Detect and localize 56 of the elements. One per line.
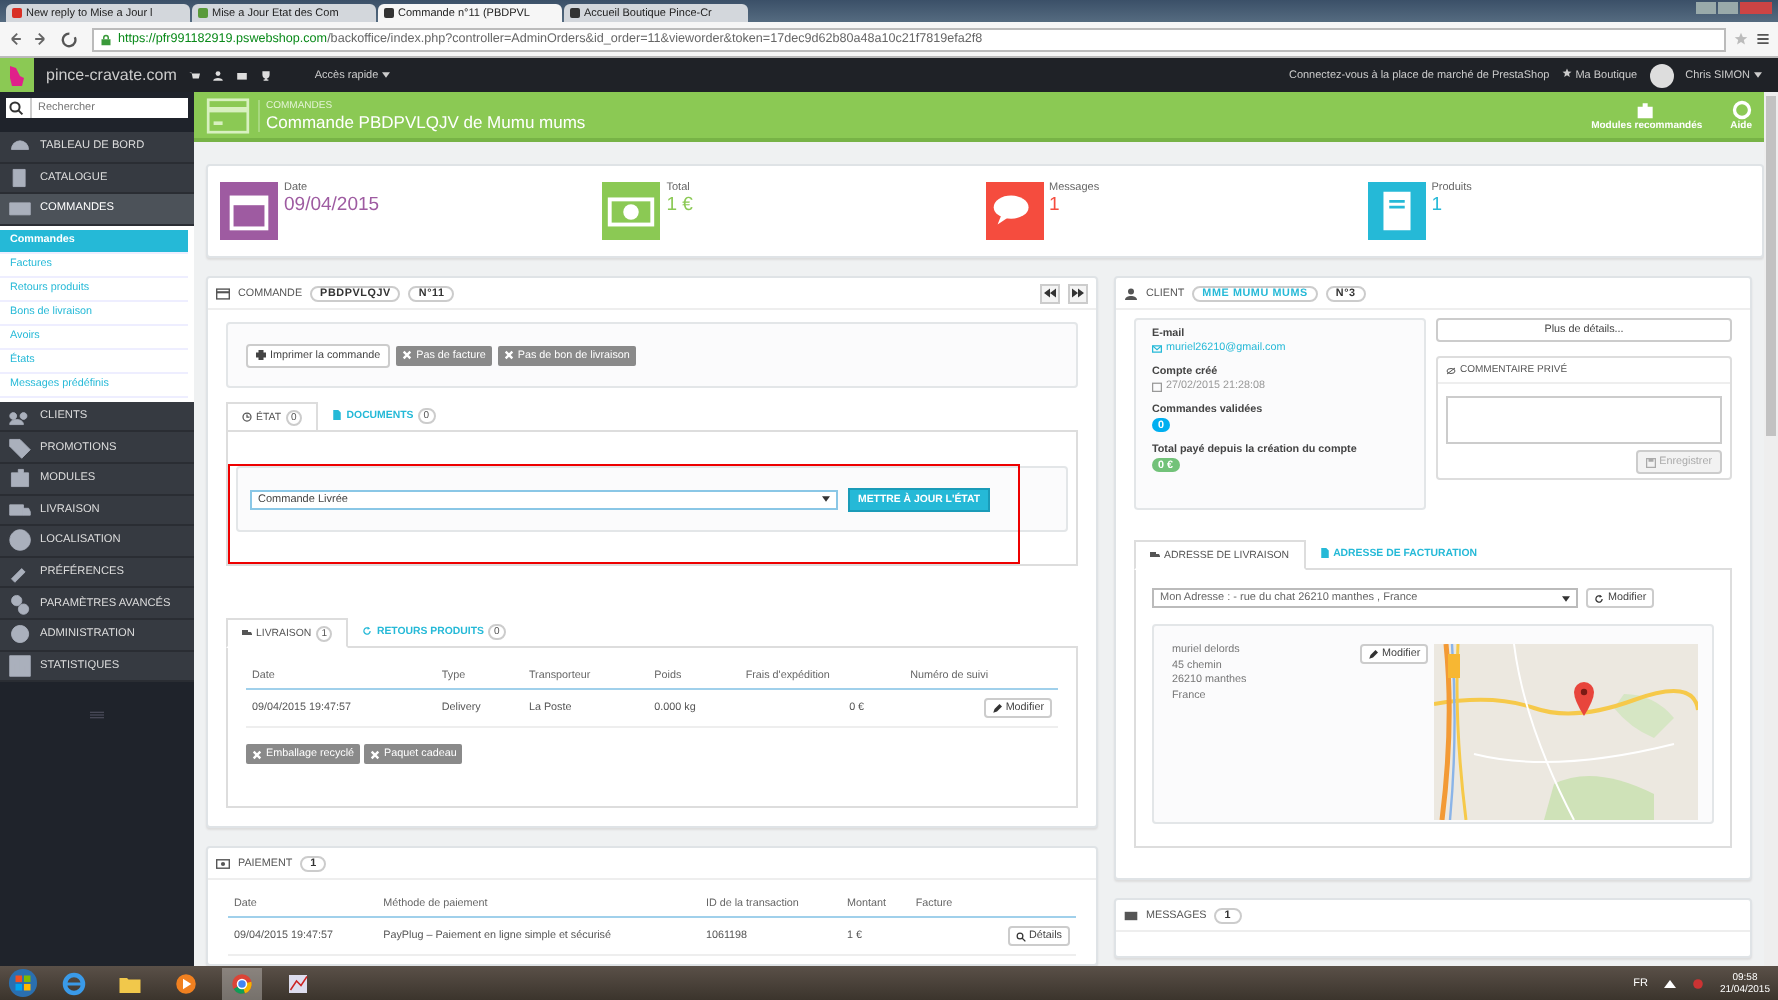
scrollbar-thumb[interactable] <box>1766 96 1776 436</box>
caret-icon <box>822 496 830 502</box>
menu-icon[interactable] <box>1756 32 1770 46</box>
document-icon <box>332 410 343 420</box>
refresh-icon <box>1594 593 1604 603</box>
pencil-icon <box>1368 649 1378 659</box>
caret-icon <box>1754 71 1762 77</box>
trophy-icon[interactable] <box>260 69 273 81</box>
tag-icon <box>8 435 32 460</box>
tray-arrow-icon[interactable] <box>1663 977 1676 989</box>
windows-logo-icon[interactable] <box>8 968 38 998</box>
note-field[interactable] <box>1446 396 1722 444</box>
card-icon <box>216 287 230 299</box>
kpi-value: 1 <box>1431 194 1445 216</box>
kpi-value: 1 € <box>666 194 693 216</box>
search-icon[interactable] <box>6 98 32 118</box>
truck-icon <box>1150 550 1160 560</box>
favicon-icon <box>384 8 394 18</box>
cross-icon <box>370 749 381 759</box>
star-icon[interactable] <box>1734 32 1748 46</box>
cross-icon <box>252 749 262 759</box>
next-button[interactable] <box>1068 283 1088 303</box>
favicon-icon <box>12 8 22 18</box>
floppy-disk-icon <box>1645 457 1656 467</box>
rewind-icon <box>1044 288 1056 298</box>
previous-button[interactable] <box>1040 283 1060 303</box>
cart-icon[interactable] <box>188 69 201 81</box>
caret-icon <box>382 71 391 77</box>
cross-icon <box>402 350 413 360</box>
pencil-icon <box>991 703 1002 713</box>
user-icon <box>1124 287 1138 299</box>
person-icon[interactable] <box>212 69 225 81</box>
shop-name[interactable]: pince-cravate.com <box>46 66 177 84</box>
avatar-icon[interactable] <box>1649 63 1674 87</box>
refresh-icon <box>362 626 373 636</box>
clock-icon <box>242 412 252 422</box>
star-icon <box>1561 68 1572 78</box>
fast-forward-icon <box>1072 288 1084 298</box>
lock-icon <box>100 33 112 45</box>
favicon-icon <box>198 8 208 18</box>
page-title: Commande PBDPVLQJV de Mumu mums <box>266 111 586 131</box>
banknote-icon <box>216 857 230 869</box>
favicon-icon <box>570 8 580 18</box>
cross-icon <box>503 350 514 360</box>
lifebuoy-icon <box>1731 99 1752 119</box>
kpi-value: 09/04/2015 <box>284 194 380 216</box>
document-icon <box>1319 548 1330 558</box>
kpi-value: 1 <box>1049 194 1062 216</box>
eye-slash-icon <box>1446 365 1456 375</box>
caret-icon <box>1562 595 1570 601</box>
card-icon <box>8 196 32 221</box>
chrome-icon[interactable] <box>222 967 262 999</box>
card-icon <box>206 97 250 133</box>
window-controls[interactable] <box>1696 2 1772 14</box>
search-icon <box>1015 931 1026 941</box>
truck-icon <box>242 628 252 638</box>
